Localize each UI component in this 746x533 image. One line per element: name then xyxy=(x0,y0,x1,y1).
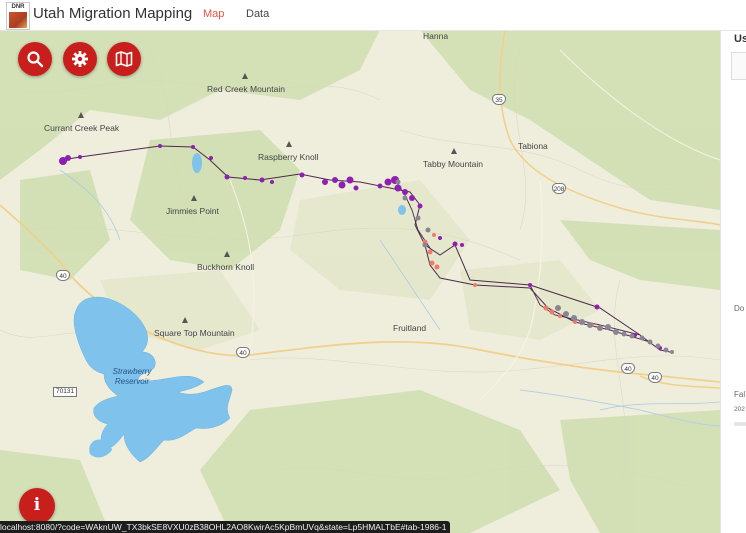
logo-text: DNR xyxy=(11,4,25,10)
highway-shield-208: 208 xyxy=(552,183,566,194)
peak-icon xyxy=(182,317,188,323)
peak-label-jimmies-point: Jimmies Point xyxy=(166,206,219,216)
search-icon xyxy=(27,51,44,68)
small-lake xyxy=(398,205,406,215)
search-button[interactable] xyxy=(18,42,52,76)
panel-label-fal: Fal xyxy=(734,390,746,399)
peak-label-tabby-mountain: Tabby Mountain xyxy=(423,159,484,169)
panel-value: 202 xyxy=(734,406,745,413)
map-icon xyxy=(115,51,133,67)
info-button[interactable]: i xyxy=(19,488,55,524)
peak-label-buckhorn-knoll: Buckhorn Knoll xyxy=(197,262,255,272)
side-panel: Us Do Fal 202 xyxy=(720,30,746,533)
panel-input[interactable] xyxy=(731,52,746,80)
town-label-hanna: Hanna xyxy=(423,31,449,41)
status-url-bar: localhost:8080/?code=WAknUW_TX3bkSE8VXU0… xyxy=(0,521,451,533)
town-label-tabiona: Tabiona xyxy=(518,141,548,151)
highway-shield-70131: 70131 xyxy=(53,387,78,397)
panel-slider[interactable] xyxy=(734,422,746,426)
app-header: DNR Utah Migration Mapping Map Data xyxy=(0,0,746,31)
panel-label-do: Do xyxy=(734,304,745,313)
gear-icon xyxy=(72,51,88,67)
peak-icon xyxy=(286,141,292,147)
settings-button[interactable] xyxy=(63,42,97,76)
logo-mark-icon xyxy=(9,12,27,28)
peak-icon xyxy=(451,148,457,154)
peak-icon xyxy=(78,112,84,118)
reservoir-label: Strawberry Reservoir xyxy=(112,367,152,386)
peak-icon xyxy=(224,251,230,257)
dnr-logo: DNR xyxy=(6,2,30,30)
peak-label-square-top: Square Top Mountain xyxy=(154,328,235,338)
map-canvas[interactable]: Red Creek Mountain Currant Creek Peak Ra… xyxy=(0,30,720,533)
town-label-fruitland: Fruitland xyxy=(393,323,427,333)
small-lake xyxy=(192,153,202,173)
panel-title: Us xyxy=(734,33,746,45)
app-title: Utah Migration Mapping xyxy=(33,5,193,22)
peak-icon xyxy=(191,195,197,201)
info-icon: i xyxy=(33,495,41,515)
layers-button[interactable] xyxy=(107,42,141,76)
peak-label-currant-creek: Currant Creek Peak xyxy=(44,123,120,133)
map-basemap xyxy=(0,30,720,533)
peak-icon xyxy=(242,73,248,79)
tab-data[interactable]: Data xyxy=(246,7,269,21)
peak-label-raspberry-knoll: Raspberry Knoll xyxy=(258,152,319,162)
tab-map[interactable]: Map xyxy=(203,7,224,21)
peak-label-red-creek: Red Creek Mountain xyxy=(207,84,285,94)
